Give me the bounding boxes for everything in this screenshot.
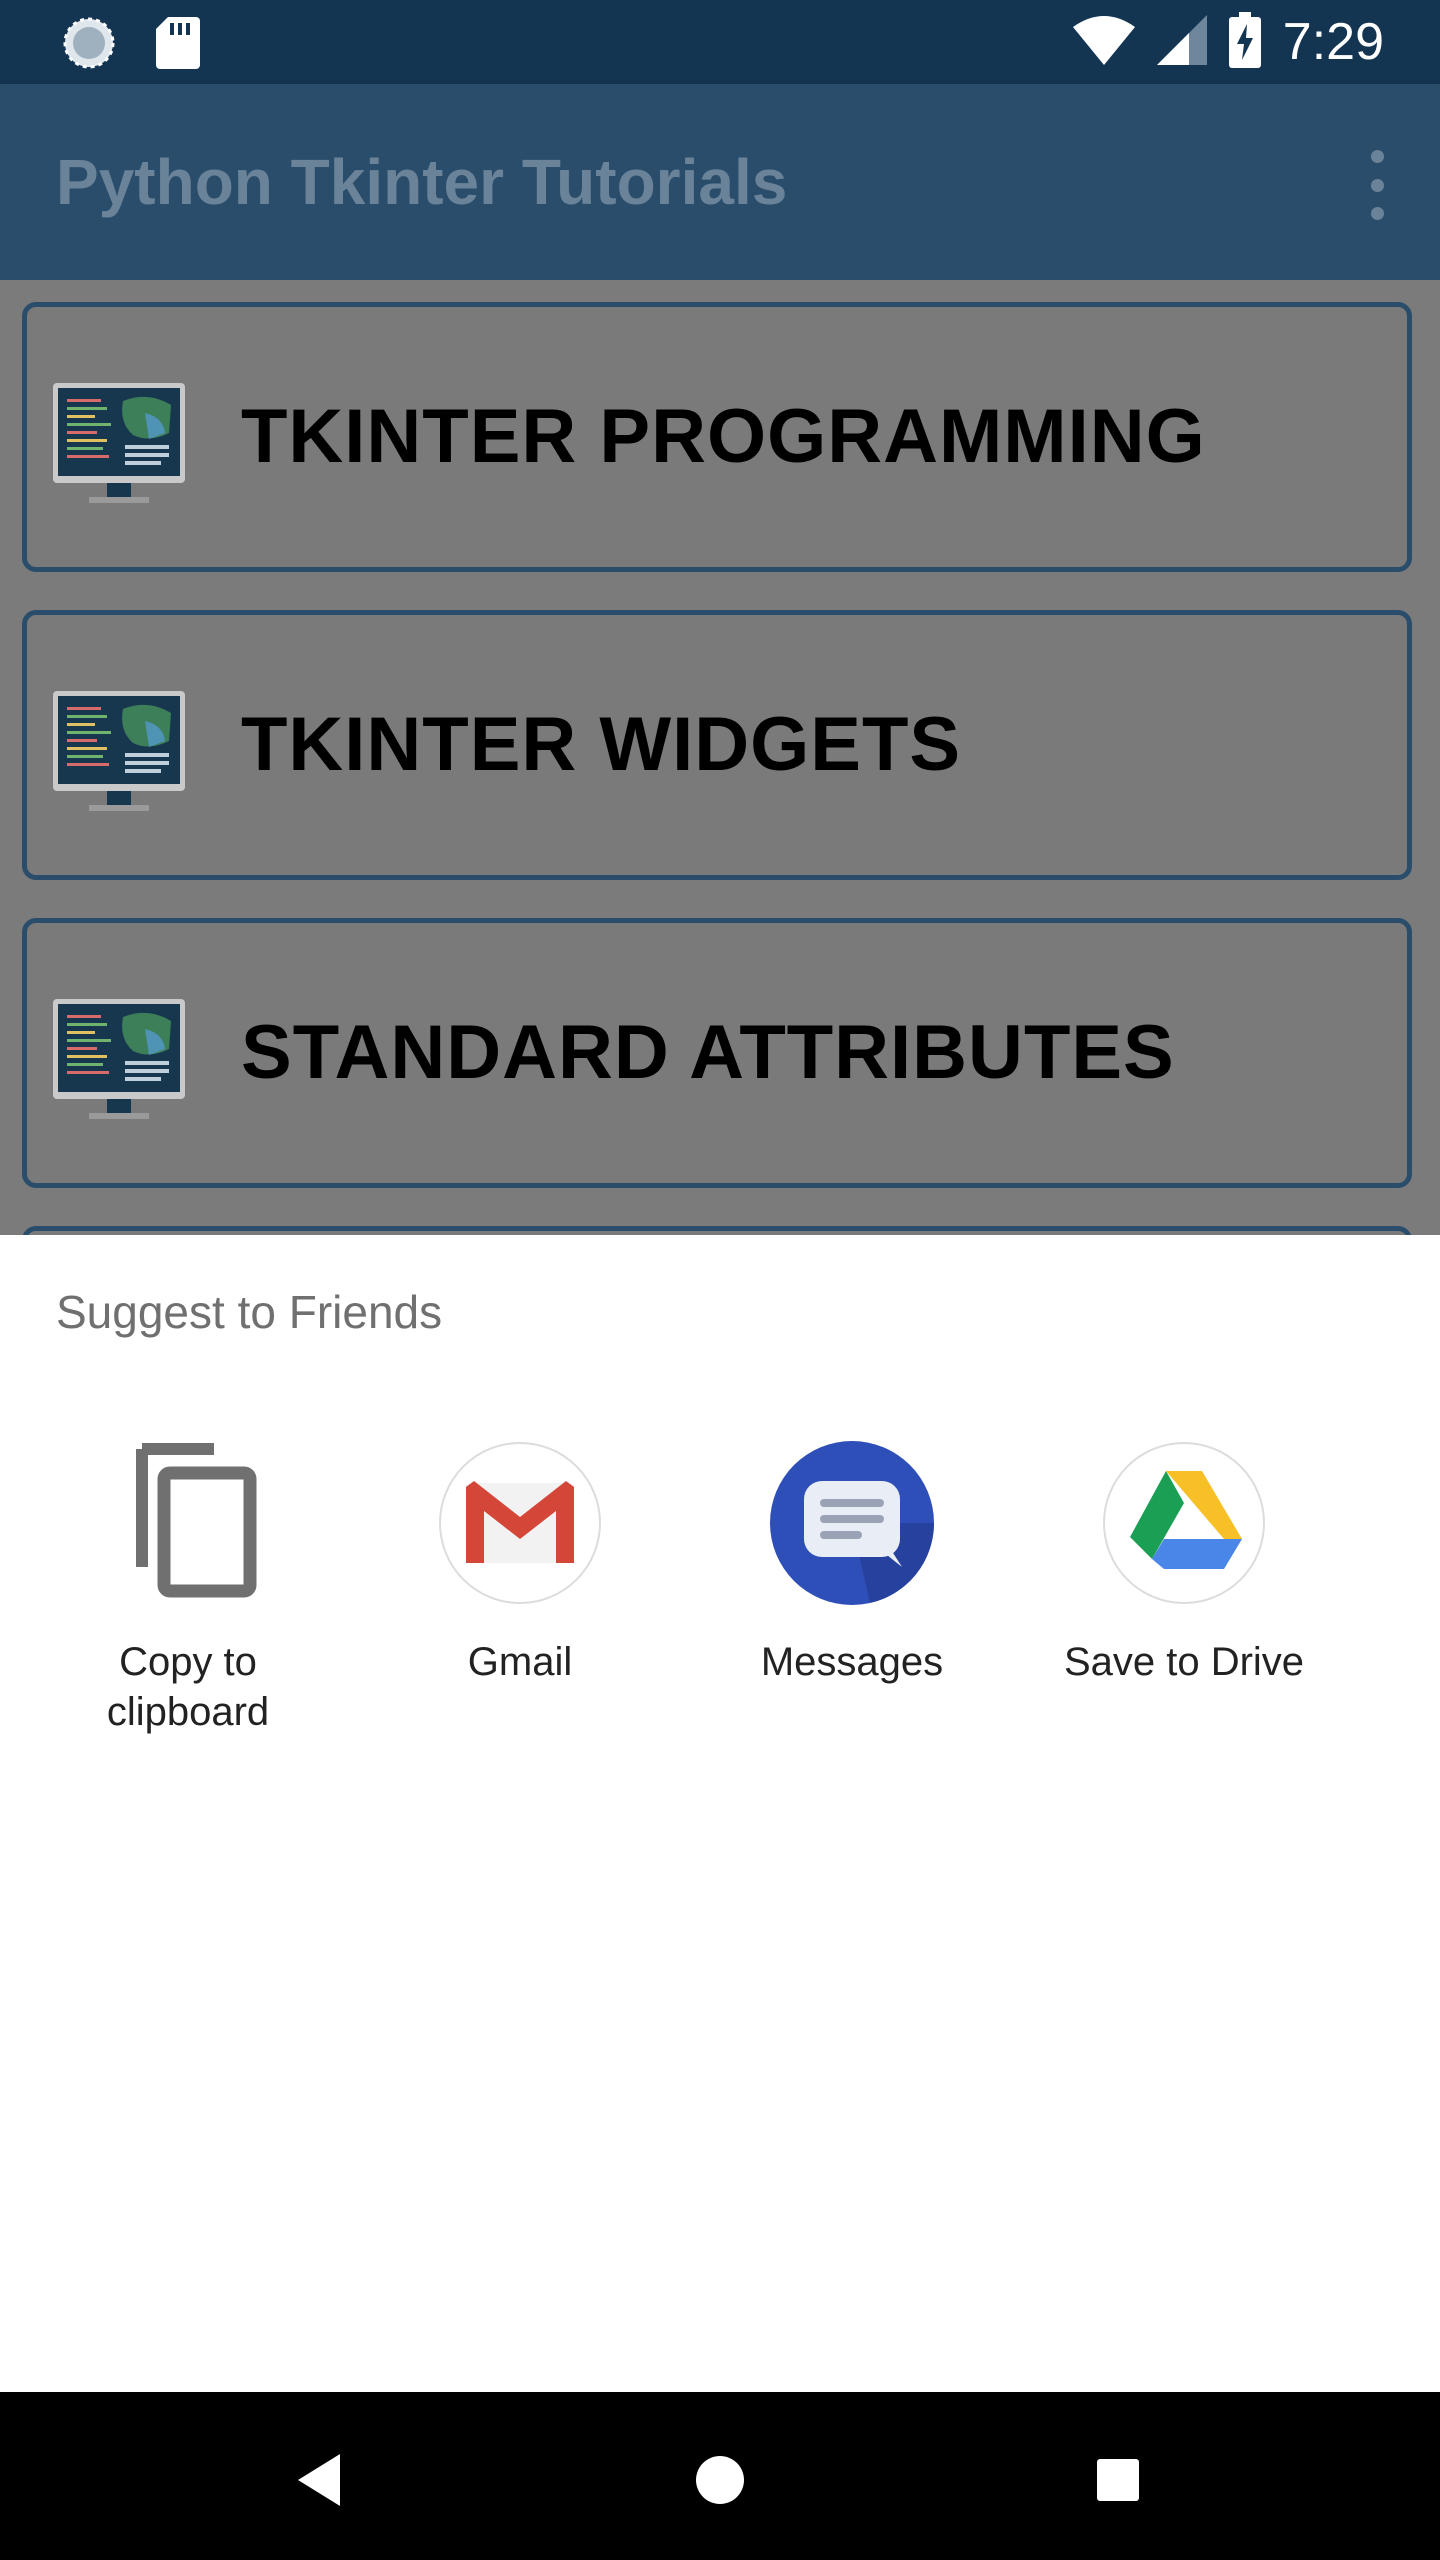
gmail-icon bbox=[438, 1441, 602, 1605]
save-to-drive-target[interactable]: Save to Drive bbox=[1018, 1441, 1350, 1687]
home-icon[interactable] bbox=[672, 2432, 768, 2528]
more-vert-icon[interactable] bbox=[1362, 150, 1392, 220]
back-icon[interactable] bbox=[272, 2432, 368, 2528]
monitor-code-icon bbox=[53, 383, 185, 505]
gmail-target[interactable]: Gmail bbox=[354, 1441, 686, 1687]
copy-to-clipboard-target[interactable]: Copy to clipboard bbox=[22, 1441, 354, 1737]
monitor-code-icon bbox=[53, 691, 185, 813]
app-bar: Python Tkinter Tutorials bbox=[0, 84, 1440, 280]
status-bar: 7:29 bbox=[0, 0, 1440, 84]
gmail-label: Gmail bbox=[467, 1640, 573, 1684]
list-item-label: TKINTER WIDGETS bbox=[241, 702, 962, 787]
cell-signal-icon bbox=[1156, 14, 1207, 70]
messages-icon bbox=[770, 1441, 934, 1605]
list-item-label: TKINTER PROGRAMMING bbox=[241, 394, 1206, 479]
wifi-icon bbox=[1072, 15, 1135, 70]
navigation-bar bbox=[0, 2392, 1440, 2560]
battery-charging-icon bbox=[1228, 11, 1261, 73]
drive-icon bbox=[1102, 1441, 1266, 1605]
copy-icon bbox=[106, 1441, 270, 1605]
messages-target[interactable]: Messages bbox=[686, 1441, 1018, 1687]
list-item[interactable]: STANDARD ATTRIBUTES bbox=[22, 918, 1412, 1188]
messages-label: Messages bbox=[760, 1640, 944, 1684]
status-time: 7:29 bbox=[1282, 13, 1384, 71]
list-item[interactable]: TKINTER PROGRAMMING bbox=[22, 302, 1412, 572]
list-item-label: STANDARD ATTRIBUTES bbox=[241, 1010, 1175, 1095]
share-sheet: Suggest to Friends Copy to clipboard Gma… bbox=[0, 1235, 1440, 2392]
list-item[interactable] bbox=[22, 1226, 1412, 1235]
copy-to-clipboard-label: Copy to clipboard bbox=[106, 1640, 270, 1734]
sync-icon bbox=[62, 16, 116, 75]
list-item[interactable]: TKINTER WIDGETS bbox=[22, 610, 1412, 880]
monitor-code-icon bbox=[53, 999, 185, 1121]
save-to-drive-label: Save to Drive bbox=[1063, 1640, 1305, 1684]
sd-card-icon bbox=[156, 17, 200, 74]
share-sheet-title: Suggest to Friends bbox=[56, 1286, 443, 1338]
recents-icon[interactable] bbox=[1070, 2432, 1166, 2528]
app-title: Python Tkinter Tutorials bbox=[56, 146, 788, 218]
tutorial-list: TKINTER PROGRAMMING TKINTER WIDGETS STAN… bbox=[0, 280, 1440, 1235]
